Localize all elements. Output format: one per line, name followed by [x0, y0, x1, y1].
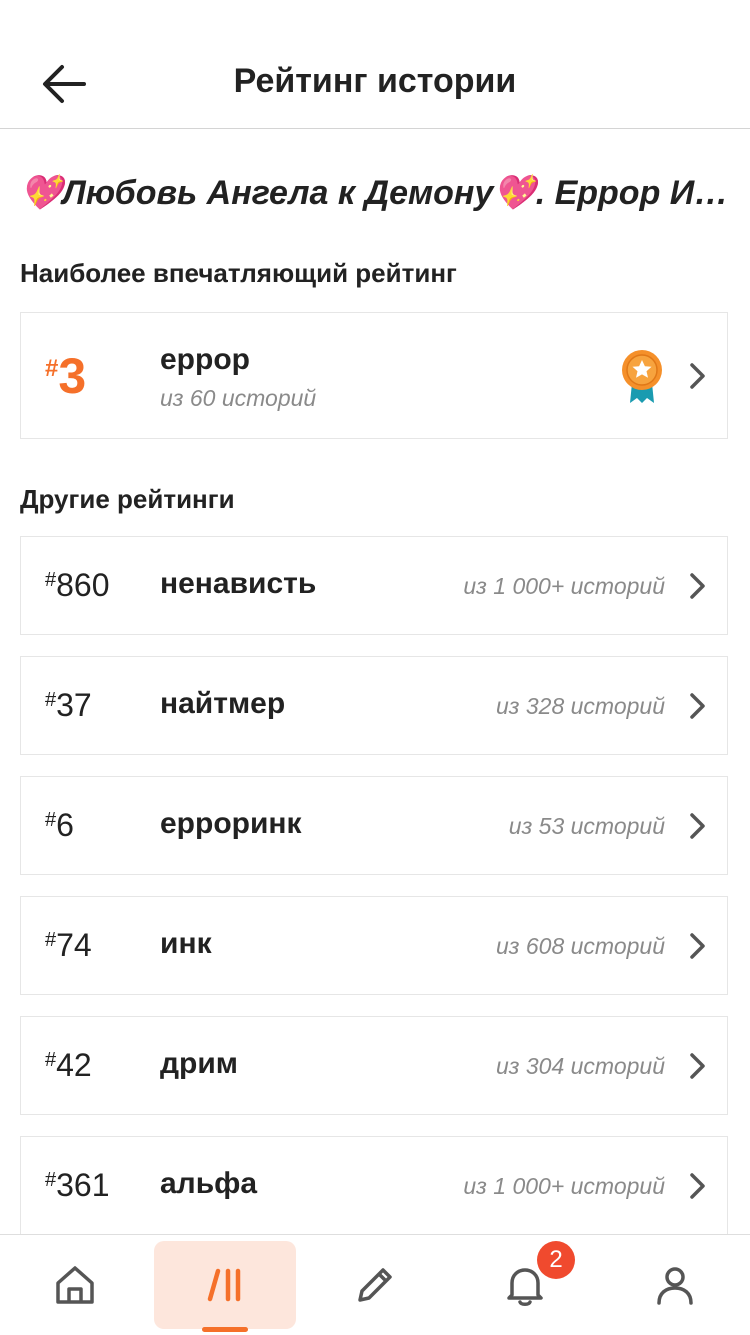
- top-rank: #3: [45, 351, 86, 401]
- rank-hash: #: [45, 809, 57, 831]
- story-count: из 1 000+ историй: [463, 573, 665, 599]
- bottom-navigation: 2: [0, 1234, 750, 1335]
- ranking-row[interactable]: #860 ненависть из 1 000+ историй: [20, 536, 728, 635]
- rank: #74: [45, 927, 92, 963]
- chevron-right-icon: [690, 932, 705, 959]
- rank-hash: #: [45, 929, 57, 951]
- library-icon: [207, 1268, 241, 1302]
- tag-name: дрим: [160, 1047, 239, 1080]
- rank: #361: [45, 1167, 110, 1203]
- nav-library[interactable]: [150, 1235, 300, 1335]
- rank-number: 361: [56, 1167, 110, 1203]
- rank-number: 860: [56, 567, 110, 603]
- story-count: из 1 000+ историй: [463, 1173, 665, 1199]
- tag-name: ерроринк: [160, 807, 302, 840]
- chevron-right-icon: [690, 572, 705, 599]
- story-count: из 608 историй: [496, 933, 665, 959]
- tag-name: найтмер: [160, 687, 286, 720]
- rank: #42: [45, 1047, 92, 1083]
- story-title: 💖Любовь Ангела к Демону💖. Еррор Инк: [20, 174, 730, 212]
- ranking-row[interactable]: #37 найтмер из 328 историй: [20, 656, 728, 755]
- home-icon: [56, 1266, 94, 1304]
- write-icon: [358, 1268, 392, 1302]
- rank-hash: #: [45, 355, 59, 382]
- tag-name: альфа: [160, 1167, 258, 1200]
- notification-badge: 2: [537, 1241, 575, 1279]
- tag-name: инк: [160, 927, 212, 960]
- top-tag-name: еррор: [160, 343, 250, 376]
- rank-hash: #: [45, 1049, 57, 1071]
- page-title: Рейтинг истории: [233, 62, 517, 100]
- story-count: из 328 историй: [496, 693, 665, 719]
- story-count: из 304 историй: [496, 1053, 665, 1079]
- chevron-right-icon: [690, 812, 705, 839]
- medal-star-icon: [622, 350, 662, 403]
- rank-hash: #: [45, 689, 57, 711]
- rank-number: 37: [56, 687, 92, 723]
- chevron-right-icon: [690, 362, 705, 389]
- nav-profile[interactable]: [600, 1235, 750, 1335]
- ranking-row[interactable]: #74 инк из 608 историй: [20, 896, 728, 995]
- nav-home[interactable]: [0, 1235, 150, 1335]
- rank-number: 74: [56, 927, 92, 963]
- rank-hash: #: [45, 569, 57, 591]
- top-bar: Рейтинг истории: [0, 0, 750, 129]
- top-ranking-card[interactable]: #3 еррор из 60 историй: [20, 312, 728, 439]
- chevron-right-icon: [690, 1172, 705, 1199]
- profile-icon: [657, 1267, 693, 1305]
- ranking-row[interactable]: #42 дрим из 304 историй: [20, 1016, 728, 1115]
- ranking-row[interactable]: #6 ерроринк из 53 историй: [20, 776, 728, 875]
- nav-write[interactable]: [300, 1235, 450, 1335]
- rank-number: 3: [58, 348, 87, 404]
- top-story-count: из 60 историй: [160, 385, 317, 411]
- rank: #6: [45, 807, 74, 843]
- ranking-row[interactable]: #361 альфа из 1 000+ историй: [20, 1136, 728, 1235]
- tag-name: ненависть: [160, 567, 317, 600]
- rank-number: 42: [56, 1047, 92, 1083]
- rank-hash: #: [45, 1169, 57, 1191]
- chevron-right-icon: [690, 692, 705, 719]
- rank: #37: [45, 687, 92, 723]
- story-count: из 53 историй: [508, 813, 665, 839]
- other-rankings-label: Другие рейтинги: [20, 484, 235, 514]
- rank-number: 6: [56, 807, 74, 843]
- chevron-right-icon: [690, 1052, 705, 1079]
- top-ranking-label: Наиболее впечатляющий рейтинг: [20, 258, 457, 288]
- rank: #860: [45, 567, 110, 603]
- nav-notifications[interactable]: [450, 1235, 600, 1335]
